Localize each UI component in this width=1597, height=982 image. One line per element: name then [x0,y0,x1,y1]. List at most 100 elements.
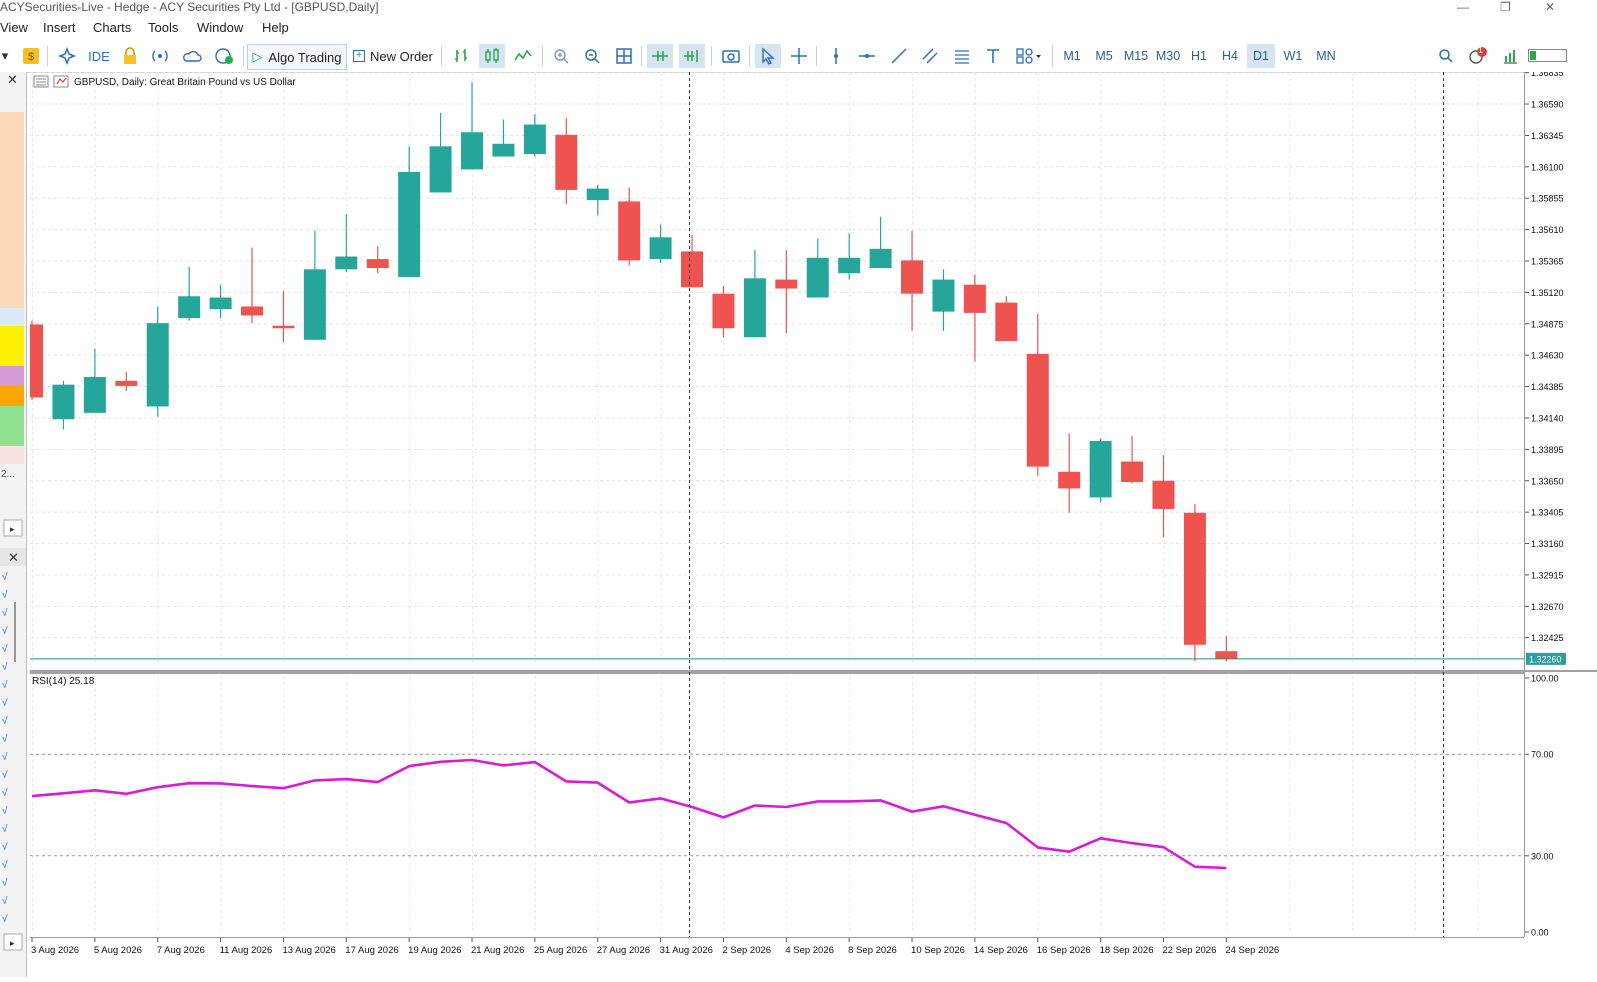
signals-icon[interactable] [148,44,172,68]
timeframe-h1[interactable]: H1 [1186,44,1212,68]
time-axis[interactable]: 3 Aug 2026 5 Aug 2026 7 Aug 2026 11 Aug 202… [30,937,1524,960]
menu-tools[interactable]: Tools [148,20,178,35]
algo-trading-label: Algo Trading [268,49,342,65]
candle-body [146,323,169,407]
menu-help[interactable]: Help [262,20,289,35]
rsi-line [31,758,1227,870]
time-axis-canvas: 3 Aug 2026 5 Aug 2026 7 Aug 2026 11 Aug 202… [31,938,1279,956]
svg-text:√: √ [2,751,8,763]
screenshot-icon[interactable] [718,44,744,68]
zoom-out-icon[interactable] [580,44,604,68]
time-tick-label: 8 Sep 2026 [848,945,897,956]
zoom-in-icon[interactable] [549,44,573,68]
candle-body [743,278,766,338]
connection-icon[interactable] [1500,44,1522,68]
menu-insert[interactable]: Insert [43,20,76,35]
trendline-icon[interactable] [887,44,911,68]
candle-body [1121,461,1144,483]
candle-body [712,293,735,329]
candle-body [398,171,421,278]
plus-icon: + [353,50,365,62]
timeframe-m30[interactable]: M30 [1152,44,1184,68]
timeframe-d1[interactable]: D1 [1247,44,1275,68]
minimize-icon[interactable]: — [1457,0,1469,14]
candlestick-chart-icon[interactable] [479,44,505,68]
timeframe-w1[interactable]: W1 [1279,44,1307,68]
rsi-tick-label: 100.00 [1531,674,1559,684]
time-tick-label: 14 Sep 2026 [974,945,1028,956]
menu-charts[interactable]: Charts [93,20,131,35]
price-tick-label: 1.32915 [1531,570,1564,580]
symbol-label-group: GBPUSD, Daily: Great Britain Pound vs US… [33,75,296,88]
new-order-button[interactable]: + New Order [352,44,434,68]
price-tick-label: 1.33405 [1531,508,1564,518]
candle-body [272,325,295,329]
svg-text:√: √ [2,625,8,637]
line-chart-icon[interactable] [511,44,535,68]
chart-area[interactable]: GBPUSD, Daily: Great Britain Pound vs US… [21,72,1524,937]
channel-icon[interactable] [918,44,942,68]
notifications-icon[interactable]: 1 [1465,44,1491,68]
candle-body [461,132,484,170]
price-tick-label: 1.36835 [1531,72,1564,78]
svg-text:$: $ [28,51,34,63]
auto-scroll-icon[interactable] [647,44,673,68]
candle-body [178,296,201,319]
text-icon[interactable] [981,44,1005,68]
timeframe-m1[interactable]: M1 [1058,44,1086,68]
algo-trading-button[interactable]: ▷ Algo Trading [247,44,347,70]
dropdown-arrow-icon[interactable]: ▾ [0,44,10,68]
time-tick-label: 24 Sep 2026 [1225,945,1279,956]
price-tick-label: 1.32425 [1531,633,1564,643]
crosshair-icon[interactable] [787,44,811,68]
timeframe-m5[interactable]: M5 [1090,44,1118,68]
lock-icon[interactable] [118,44,142,68]
time-tick-label: 22 Sep 2026 [1162,945,1216,956]
search-icon[interactable] [1435,44,1457,68]
current-price-label: 1.32260 [1529,654,1562,664]
svg-text:√: √ [2,823,8,835]
candle-body [869,248,892,269]
candle-body [555,134,578,190]
navigator-icon[interactable] [55,44,79,68]
bar-chart-icon[interactable] [449,44,473,68]
timeframe-mn[interactable]: MN [1311,44,1341,68]
timeframe-h4[interactable]: H4 [1217,44,1243,68]
price-tick-label: 1.33160 [1531,539,1564,549]
horizontal-line-icon[interactable] [855,44,879,68]
price-axis[interactable]: 1.36835 1.36590 1.36345 1.36100 1.35855 1.356… [1524,68,1597,938]
price-axis-canvas: 1.36835 1.36590 1.36345 1.36100 1.35855 1.356… [1525,68,1597,938]
chart-shift-icon[interactable] [679,44,705,68]
cursor-icon[interactable] [755,44,781,68]
price-tick-label: 1.35365 [1531,257,1564,267]
tile-windows-icon[interactable] [612,44,636,68]
chart-canvas[interactable]: GBPUSD, Daily: Great Britain Pound vs US… [21,72,1524,937]
restore-icon[interactable]: ❐ [1500,0,1511,14]
menu-window[interactable]: Window [197,20,243,35]
rsi-label: RSI(14) 25.18 [32,676,95,687]
svg-text:√: √ [2,859,8,871]
time-tick-label: 2 Sep 2026 [722,945,771,956]
time-tick-label: 16 Sep 2026 [1037,945,1091,956]
time-tick-label: 10 Sep 2026 [911,945,965,956]
svg-text:√: √ [2,913,8,925]
timeframe-m15[interactable]: M15 [1120,44,1152,68]
expand-arrow-icon: ▸ [10,524,15,534]
ide-button[interactable]: IDE [84,44,114,68]
vps-icon[interactable] [212,44,236,68]
exchange-icon[interactable]: $ [20,44,42,68]
cloud-icon[interactable] [180,44,204,68]
svg-text:√: √ [2,769,8,781]
svg-text:√: √ [2,643,8,655]
menu-view[interactable]: View [0,20,28,35]
price-tick-label: 1.36345 [1531,131,1564,141]
candle-body [241,306,264,316]
play-icon: ▷ [252,49,263,64]
candle-body [1026,353,1049,467]
close-panel-2-icon: ✕ [8,550,19,565]
svg-text:√: √ [2,571,8,583]
fibonacci-icon[interactable] [950,44,974,68]
shapes-icon[interactable] [1012,44,1046,68]
close-icon[interactable]: ✕ [1545,0,1555,14]
vertical-line-icon[interactable] [824,44,848,68]
